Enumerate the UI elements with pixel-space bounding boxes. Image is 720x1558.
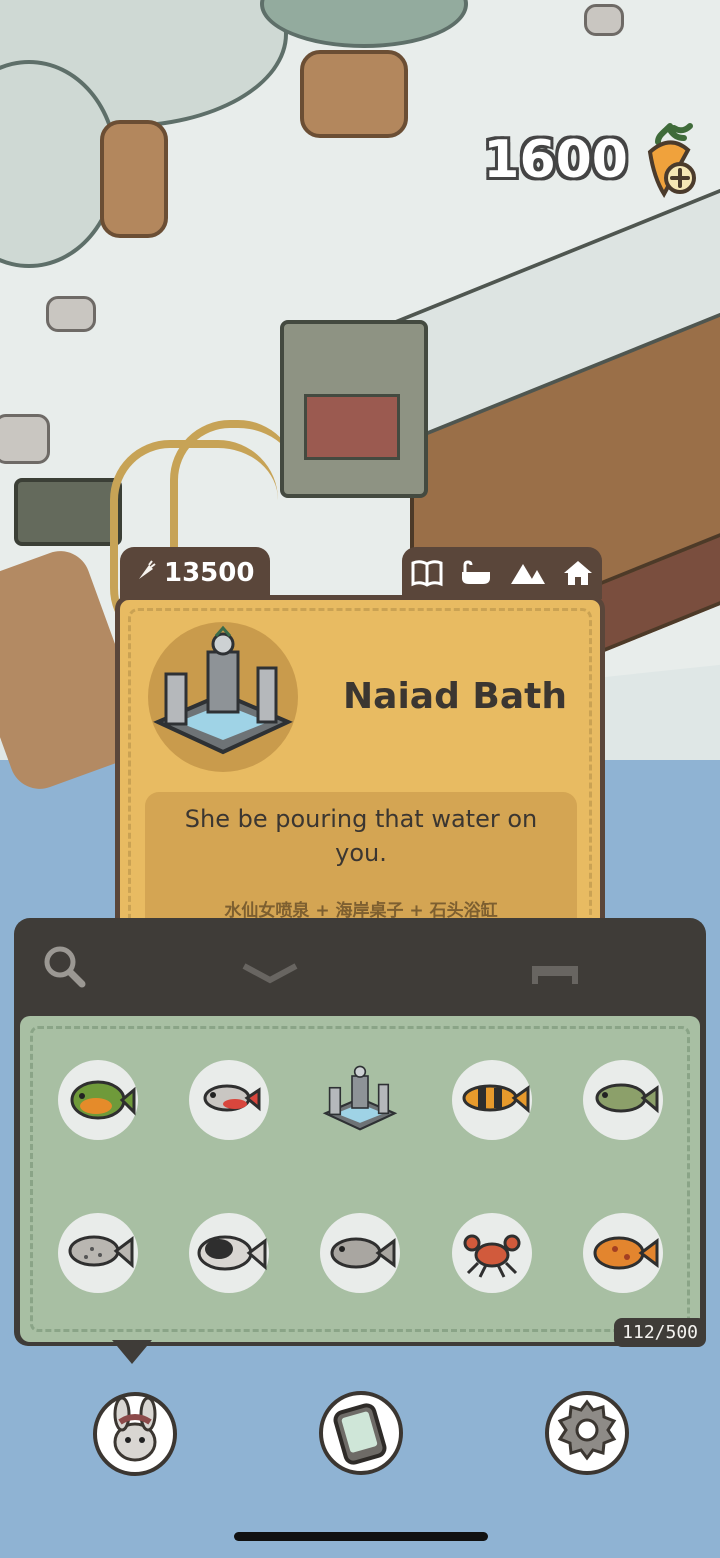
layers-icon[interactable]: [240, 960, 300, 992]
inventory-count: 112/500: [614, 1318, 706, 1347]
furniture-icon[interactable]: [528, 962, 582, 990]
red-crab-icon: [463, 1234, 521, 1278]
price-tab: 13500: [120, 547, 271, 599]
inventory-slot-orange-spotted[interactable]: [583, 1213, 663, 1293]
green-carp-icon: [595, 1083, 659, 1114]
inventory-slot-green-carp[interactable]: [583, 1060, 663, 1140]
carrot-plus-icon[interactable]: [640, 122, 700, 198]
inventory-toolbar: [14, 918, 706, 1018]
red-tetra-icon: [203, 1084, 261, 1112]
book-icon[interactable]: [410, 558, 444, 588]
orange-spotted-fish-icon: [593, 1236, 659, 1270]
home-indicator[interactable]: [234, 1532, 488, 1541]
item-info-card: Naiad Bath She be pouring that water on …: [115, 595, 605, 963]
inventory-slot-loach[interactable]: [452, 1060, 532, 1140]
rabbit-profile-button[interactable]: [90, 1388, 180, 1478]
tree-trunk: [100, 120, 168, 238]
mountain-icon[interactable]: [509, 558, 547, 588]
settings-button[interactable]: [542, 1388, 632, 1478]
inventory-slot-green-perch[interactable]: [58, 1060, 138, 1140]
inventory-grid: [20, 1016, 700, 1342]
phone-icon: [319, 1391, 403, 1475]
naiad-bath-icon: [153, 625, 293, 755]
inventory-slot-gray-bass[interactable]: [320, 1213, 400, 1293]
gray-bass-icon: [330, 1237, 396, 1269]
cabin[interactable]: [280, 165, 720, 719]
settings-gear-icon: [545, 1391, 629, 1475]
inventory-slot-red-crab[interactable]: [452, 1213, 532, 1293]
carrot-currency[interactable]: 1600: [483, 120, 700, 200]
tree-trunk: [300, 50, 408, 138]
inventory-slot-red-tetra[interactable]: [189, 1060, 269, 1140]
generator: [280, 320, 428, 498]
phone-button[interactable]: [316, 1388, 406, 1478]
naiad-bath-fountain-icon: [322, 1065, 398, 1131]
carrot-count: 1600: [483, 130, 628, 190]
spotted-grey-fish-icon: [68, 1235, 134, 1269]
inventory-panel: [14, 1010, 706, 1346]
black-orange-loach-icon: [462, 1084, 530, 1114]
item-thumbnail: [148, 622, 298, 772]
green-perch-icon: [70, 1080, 136, 1120]
stone-pedestal: [14, 478, 122, 546]
inventory-slot-spotted-grey[interactable]: [58, 1213, 138, 1293]
search-icon[interactable]: [40, 942, 88, 990]
inventory-slot-black-koi[interactable]: [189, 1213, 269, 1293]
item-title: Naiad Bath: [343, 676, 567, 717]
inventory-slot-naiad-bath[interactable]: [320, 1060, 400, 1140]
panel-pointer: [112, 1340, 152, 1364]
rock: [584, 4, 624, 36]
rock: [0, 414, 50, 464]
bathtub-icon[interactable]: [459, 558, 493, 588]
house-icon[interactable]: [562, 558, 594, 588]
item-description: She be pouring that water on you.: [184, 805, 538, 867]
rock: [46, 296, 96, 332]
black-koi-icon: [197, 1235, 267, 1271]
category-tabs[interactable]: [402, 547, 602, 599]
carrot-small-icon: [136, 559, 156, 587]
price-value: 13500: [164, 558, 255, 588]
rabbit-profile-icon: [93, 1392, 177, 1476]
